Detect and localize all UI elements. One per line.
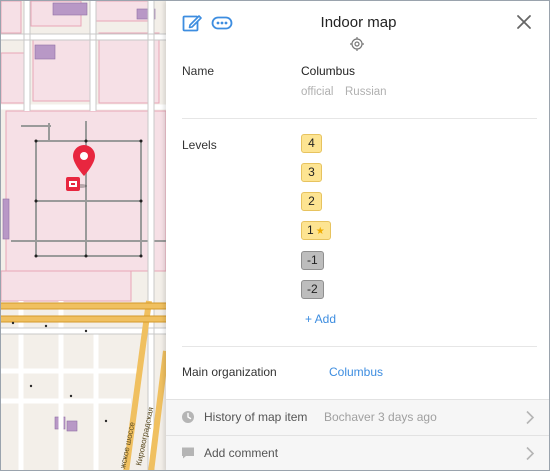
main-organization-label: Main organization xyxy=(182,365,277,379)
comment-icon xyxy=(182,447,194,459)
drag-handle-icon[interactable] xyxy=(349,36,365,52)
star-icon: ★ xyxy=(315,226,325,237)
add-comment-row[interactable]: Add comment xyxy=(166,435,549,470)
name-label: Name xyxy=(182,64,215,78)
name-official-tag: official xyxy=(301,86,334,98)
level-label: 1 xyxy=(307,223,314,237)
indoor-map-panel: Indoor map Name Columbus official Russia… xyxy=(166,1,549,470)
map-view[interactable]: Кировоградская жское шоссе xyxy=(1,1,166,471)
levels-label: Levels xyxy=(182,138,217,152)
close-icon[interactable] xyxy=(515,13,533,31)
name-value[interactable]: Columbus xyxy=(301,64,355,78)
level-chip[interactable]: -2 xyxy=(301,280,324,299)
add-level-link[interactable]: + Add xyxy=(305,312,336,326)
chevron-right-icon xyxy=(526,410,535,425)
level-chip[interactable]: 4 xyxy=(301,134,322,153)
history-label: History of map item xyxy=(204,410,308,424)
level-chip-default[interactable]: 1 ★ xyxy=(301,221,331,240)
map-canvas[interactable]: Кировоградская жское шоссе xyxy=(1,1,166,471)
panel-title: Indoor map xyxy=(320,14,397,31)
name-language-tag: Russian xyxy=(345,86,387,98)
level-chip[interactable]: 2 xyxy=(301,192,322,211)
level-chip[interactable]: -1 xyxy=(301,251,324,270)
history-meta: Bochaver 3 days ago xyxy=(324,410,437,424)
add-comment-label: Add comment xyxy=(204,446,279,460)
divider xyxy=(182,346,537,347)
main-organization-link[interactable]: Columbus xyxy=(329,365,383,379)
chevron-right-icon xyxy=(526,446,535,461)
level-chip[interactable]: 3 xyxy=(301,163,322,182)
divider xyxy=(182,118,537,119)
clock-icon xyxy=(182,411,194,423)
app-window: Кировоградская жское шоссе Indoor map Na… xyxy=(0,0,550,471)
history-row[interactable]: History of map item Bochaver 3 days ago xyxy=(166,399,549,435)
